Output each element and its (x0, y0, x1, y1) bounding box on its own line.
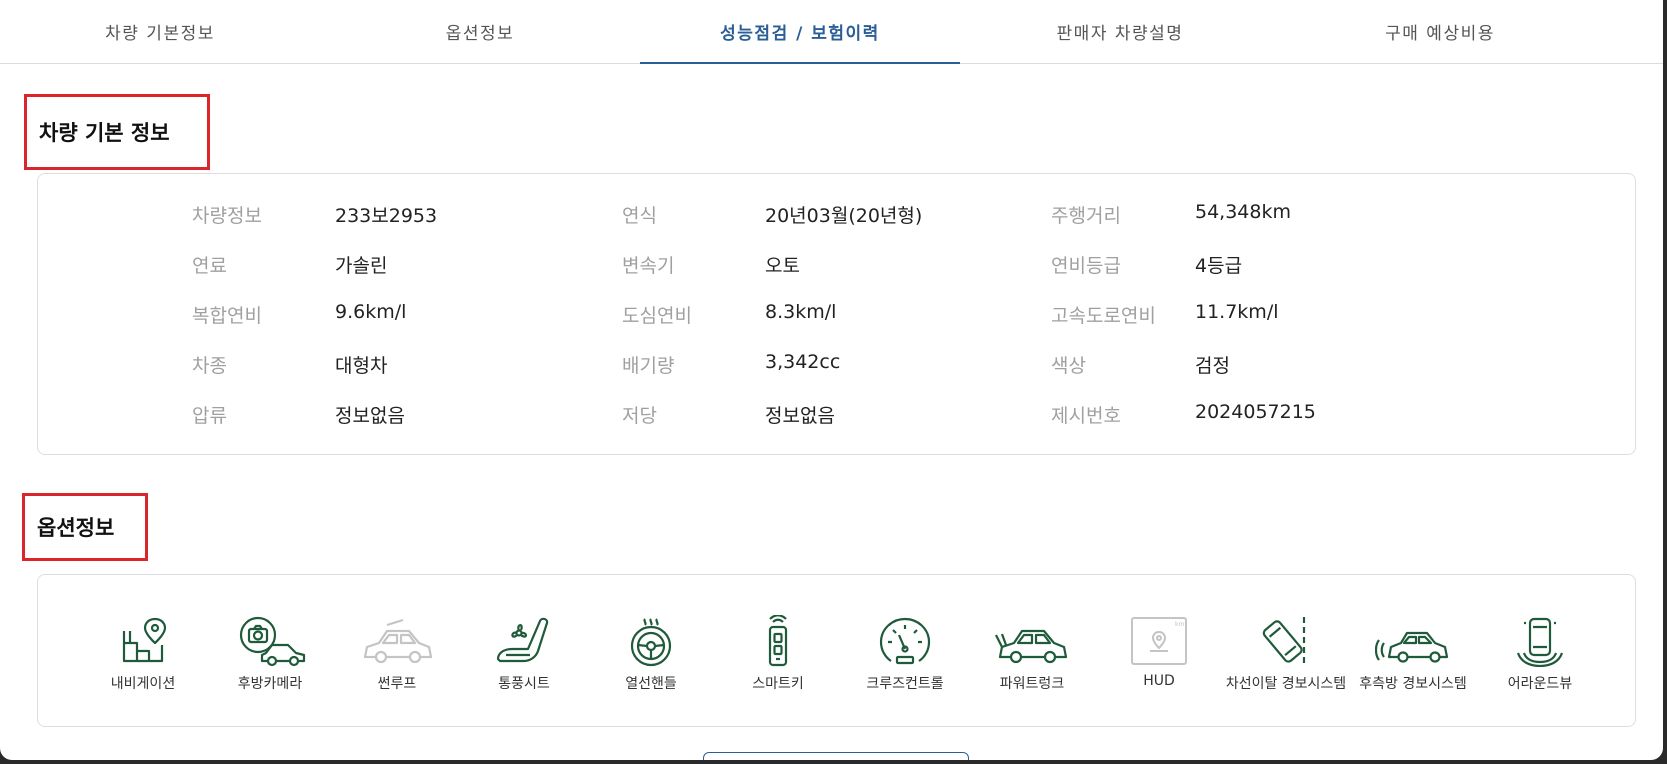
option-hud[interactable]: km HUD (1094, 615, 1224, 689)
sunroof-icon (363, 618, 433, 664)
option-sunroof[interactable]: 썬루프 (332, 615, 462, 693)
option-power-trunk[interactable]: 파워트렁크 (967, 615, 1097, 693)
info-value: 233보2953 (335, 205, 438, 227)
option-navigation[interactable]: 내비게이션 (78, 615, 208, 693)
info-value: 11.7km/l (1195, 301, 1279, 323)
info-label: 배기량 (622, 355, 675, 377)
option-smart-key[interactable]: 스마트키 (713, 615, 843, 693)
info-value: 정보없음 (765, 405, 835, 427)
info-label: 제시번호 (1051, 405, 1121, 427)
option-label: 통풍시트 (498, 676, 550, 692)
info-value: 검정 (1195, 355, 1230, 377)
option-heated-steering[interactable]: 열선핸들 (586, 615, 716, 693)
info-value: 정보없음 (335, 405, 405, 427)
option-label: 크루즈컨트롤 (866, 676, 944, 692)
info-row: 연료 가솔린 변속기 오토 연비등급 4등급 (38, 251, 1635, 281)
info-label: 차종 (192, 355, 227, 377)
around-view-icon (1516, 617, 1564, 667)
rear-camera-icon (239, 616, 306, 667)
info-value: 54,348km (1195, 201, 1291, 223)
info-value: 오토 (765, 255, 800, 277)
info-value: 3,342cc (765, 351, 841, 373)
info-label: 고속도로연비 (1051, 305, 1156, 327)
info-row: 압류 정보없음 저당 정보없음 제시번호 2024057215 (38, 401, 1635, 431)
option-label: 차선이탈 경보시스템 (1225, 676, 1347, 692)
info-value: 대형차 (335, 355, 388, 377)
tab-bar: 차량 기본정보 옵션정보 성능점검 / 보험이력 판매자 차량설명 구매 예상비… (0, 0, 1663, 64)
info-label: 연식 (622, 205, 657, 227)
option-label: 어라운드뷰 (1507, 676, 1573, 692)
info-label: 연료 (192, 255, 227, 277)
info-label: 색상 (1051, 355, 1086, 377)
basic-info-panel: 차량정보 233보2953 연식 20년03월(20년형) 주행거리 54,34… (37, 173, 1636, 455)
tab-options[interactable]: 옵션정보 (320, 0, 640, 63)
option-ventilated-seat[interactable]: 통풍시트 (459, 615, 589, 693)
info-label: 변속기 (622, 255, 675, 277)
tab-estimated-cost[interactable]: 구매 예상비용 (1280, 0, 1600, 63)
options-panel: 내비게이션 후방카메라 썬루프 통풍시트 열선핸들 스마트키 크루즈컨트롤 파워… (37, 574, 1636, 727)
option-label: 후방카메라 (237, 676, 303, 692)
info-value: 8.3km/l (765, 301, 837, 323)
info-value: 9.6km/l (335, 301, 407, 323)
info-label: 연비등급 (1051, 255, 1121, 277)
info-label: 저당 (622, 405, 657, 427)
power-trunk-icon (995, 629, 1068, 664)
tab-basic-info[interactable]: 차량 기본정보 (0, 0, 320, 63)
info-row: 차량정보 233보2953 연식 20년03월(20년형) 주행거리 54,34… (38, 201, 1635, 231)
option-rear-camera[interactable]: 후방카메라 (205, 615, 335, 693)
tab-seller-description[interactable]: 판매자 차량설명 (960, 0, 1280, 63)
info-value: 2024057215 (1195, 401, 1316, 423)
svg-text:km: km (1175, 621, 1184, 628)
info-label: 도심연비 (622, 305, 692, 327)
option-label: 썬루프 (377, 676, 417, 692)
info-label: 압류 (192, 405, 227, 427)
navigation-icon (122, 617, 167, 663)
tab-inspection-insurance[interactable]: 성능점검 / 보험이력 (640, 0, 960, 64)
info-row: 복합연비 9.6km/l 도심연비 8.3km/l 고속도로연비 11.7km/… (38, 301, 1635, 331)
option-label: 열선핸들 (625, 676, 677, 692)
option-label: 스마트키 (752, 676, 804, 692)
option-lane-departure[interactable]: 차선이탈 경보시스템 (1221, 615, 1351, 693)
option-label: HUD (1143, 673, 1175, 689)
hud-icon: km (1131, 617, 1187, 665)
cruise-control-icon (879, 617, 931, 665)
info-label: 차량정보 (192, 205, 262, 227)
option-label: 후측방 경보시스템 (1359, 676, 1467, 692)
option-blind-spot[interactable]: 후측방 경보시스템 (1348, 615, 1478, 693)
info-value: 가솔린 (335, 255, 388, 277)
info-label: 주행거리 (1051, 205, 1121, 227)
option-label: 파워트렁크 (999, 676, 1065, 692)
smart-key-icon (768, 615, 788, 667)
lane-departure-icon (1262, 617, 1306, 665)
info-label: 복합연비 (192, 305, 262, 327)
ventilated-seat-icon (496, 617, 549, 663)
section-title-options: 옵션정보 (22, 493, 148, 561)
blind-spot-icon (1375, 631, 1449, 663)
option-cruise-control[interactable]: 크루즈컨트롤 (840, 615, 970, 693)
heated-steering-icon (630, 618, 672, 667)
more-button[interactable] (703, 752, 969, 760)
option-label: 내비게이션 (110, 676, 176, 692)
info-row: 차종 대형차 배기량 3,342cc 색상 검정 (38, 351, 1635, 381)
section-title-basic-info: 차량 기본 정보 (24, 94, 210, 170)
info-value: 4등급 (1195, 255, 1243, 277)
option-around-view[interactable]: 어라운드뷰 (1475, 615, 1605, 693)
info-value: 20년03월(20년형) (765, 205, 923, 227)
window: 차량 기본정보 옵션정보 성능점검 / 보험이력 판매자 차량설명 구매 예상비… (0, 0, 1663, 760)
